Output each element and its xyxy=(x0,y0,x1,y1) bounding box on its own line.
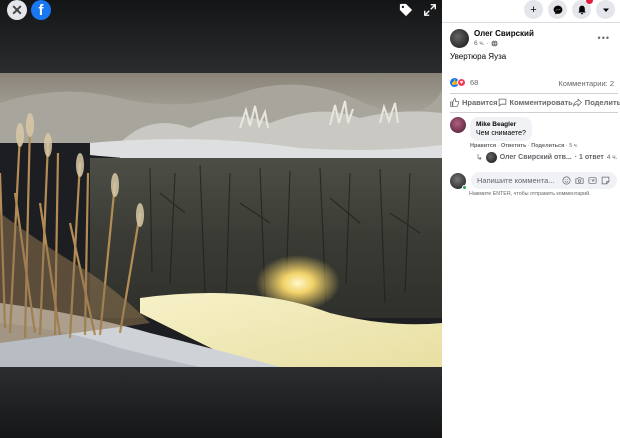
commenter-avatar[interactable] xyxy=(450,117,466,133)
comment-input[interactable] xyxy=(477,176,559,185)
comments-count[interactable]: Комментарии: 2 xyxy=(558,79,614,88)
close-button[interactable]: ✕ xyxy=(7,0,27,20)
share-button[interactable]: Поделиться xyxy=(572,98,620,107)
comment-button[interactable]: Комментировать xyxy=(498,98,573,107)
reply-time: 4 ч. xyxy=(606,154,618,161)
camera-button[interactable] xyxy=(575,176,584,185)
more-options-button[interactable]: ••• xyxy=(598,33,610,43)
comment-reply-link[interactable]: Ответить xyxy=(501,143,526,149)
reply-count: · 1 ответ xyxy=(574,154,604,161)
post-time[interactable]: 6 ч. xyxy=(474,39,485,48)
tag-photo-button[interactable] xyxy=(396,0,416,20)
comment-item: Mike Beagler Чем снимаете? xyxy=(450,117,532,141)
sticker-button[interactable] xyxy=(601,176,610,185)
messenger-button[interactable] xyxy=(548,0,567,19)
reactions-count: 68 xyxy=(470,78,479,87)
comment-composer xyxy=(450,172,617,190)
backdrop-top xyxy=(0,0,442,73)
create-button[interactable]: + xyxy=(524,0,543,19)
tag-icon xyxy=(399,3,413,17)
comment-text: Чем снимаете? xyxy=(476,130,526,137)
expand-icon xyxy=(424,4,436,16)
reactions-summary[interactable]: 👍 ♥ 68 xyxy=(450,78,478,87)
divider xyxy=(450,93,618,94)
like-button[interactable]: Нравится xyxy=(450,98,498,107)
fullscreen-button[interactable] xyxy=(420,0,440,20)
account-menu-button[interactable] xyxy=(596,0,615,19)
more-icon: ••• xyxy=(597,33,610,43)
thumbs-up-icon xyxy=(450,98,459,107)
bell-icon xyxy=(577,5,586,14)
emoji-icon xyxy=(562,176,571,185)
online-status-dot xyxy=(462,184,467,190)
close-icon: ✕ xyxy=(11,1,23,18)
gif-button[interactable] xyxy=(588,176,597,185)
replies-link[interactable]: ↳ Олег Свирский отв... · 1 ответ 4 ч. xyxy=(476,152,617,163)
post-actions: Нравится Комментировать Поделиться xyxy=(450,98,620,107)
plus-icon: + xyxy=(530,3,537,16)
reply-author: Олег Свирский отв... xyxy=(499,154,572,161)
comment-input-wrapper xyxy=(471,172,617,189)
chevron-down-icon xyxy=(602,8,609,12)
post-panel: + Олег Свирский 6 ч. · ••• Увертюра Яуза… xyxy=(442,0,620,438)
love-reaction-icon: ♥ xyxy=(457,78,466,87)
comment-icon xyxy=(498,98,506,107)
backdrop-bottom xyxy=(0,367,442,438)
globe-icon xyxy=(491,40,498,47)
emoji-button[interactable] xyxy=(562,176,571,185)
commenter-name[interactable]: Mike Beagler xyxy=(476,120,526,129)
photo-viewer: ✕ f xyxy=(0,0,442,438)
author-name[interactable]: Олег Свирский xyxy=(474,29,534,39)
comment-actions: Нравится · Ответить · Поделиться · 5 ч. xyxy=(470,143,579,149)
gif-icon xyxy=(588,177,597,184)
comment-time[interactable]: 5 ч. xyxy=(569,143,578,149)
header-actions: + xyxy=(524,0,620,19)
messenger-icon xyxy=(553,5,562,14)
comment-share-link[interactable]: Поделиться xyxy=(531,143,564,149)
post-caption: Увертюра Яуза xyxy=(450,52,507,61)
reply-arrow-icon: ↳ xyxy=(476,153,483,162)
divider xyxy=(450,112,618,113)
reply-avatar xyxy=(485,152,497,163)
comment-like-link[interactable]: Нравится xyxy=(470,143,496,149)
share-icon xyxy=(572,98,582,107)
composer-hint: Нажмите ENTER, чтобы отправить комментар… xyxy=(469,191,591,197)
notifications-button[interactable] xyxy=(572,0,593,19)
avatar xyxy=(450,172,467,190)
facebook-logo[interactable]: f xyxy=(31,0,51,20)
post-photo[interactable] xyxy=(0,73,442,367)
post-meta: 6 ч. · xyxy=(474,39,534,48)
camera-icon xyxy=(575,177,584,184)
notification-badge xyxy=(586,0,593,4)
avatar[interactable] xyxy=(450,29,469,48)
comment-bubble: Mike Beagler Чем снимаете? xyxy=(470,117,532,141)
sticker-icon xyxy=(601,176,610,185)
header-divider xyxy=(442,22,620,23)
post-author: Олег Свирский 6 ч. · xyxy=(450,29,534,48)
